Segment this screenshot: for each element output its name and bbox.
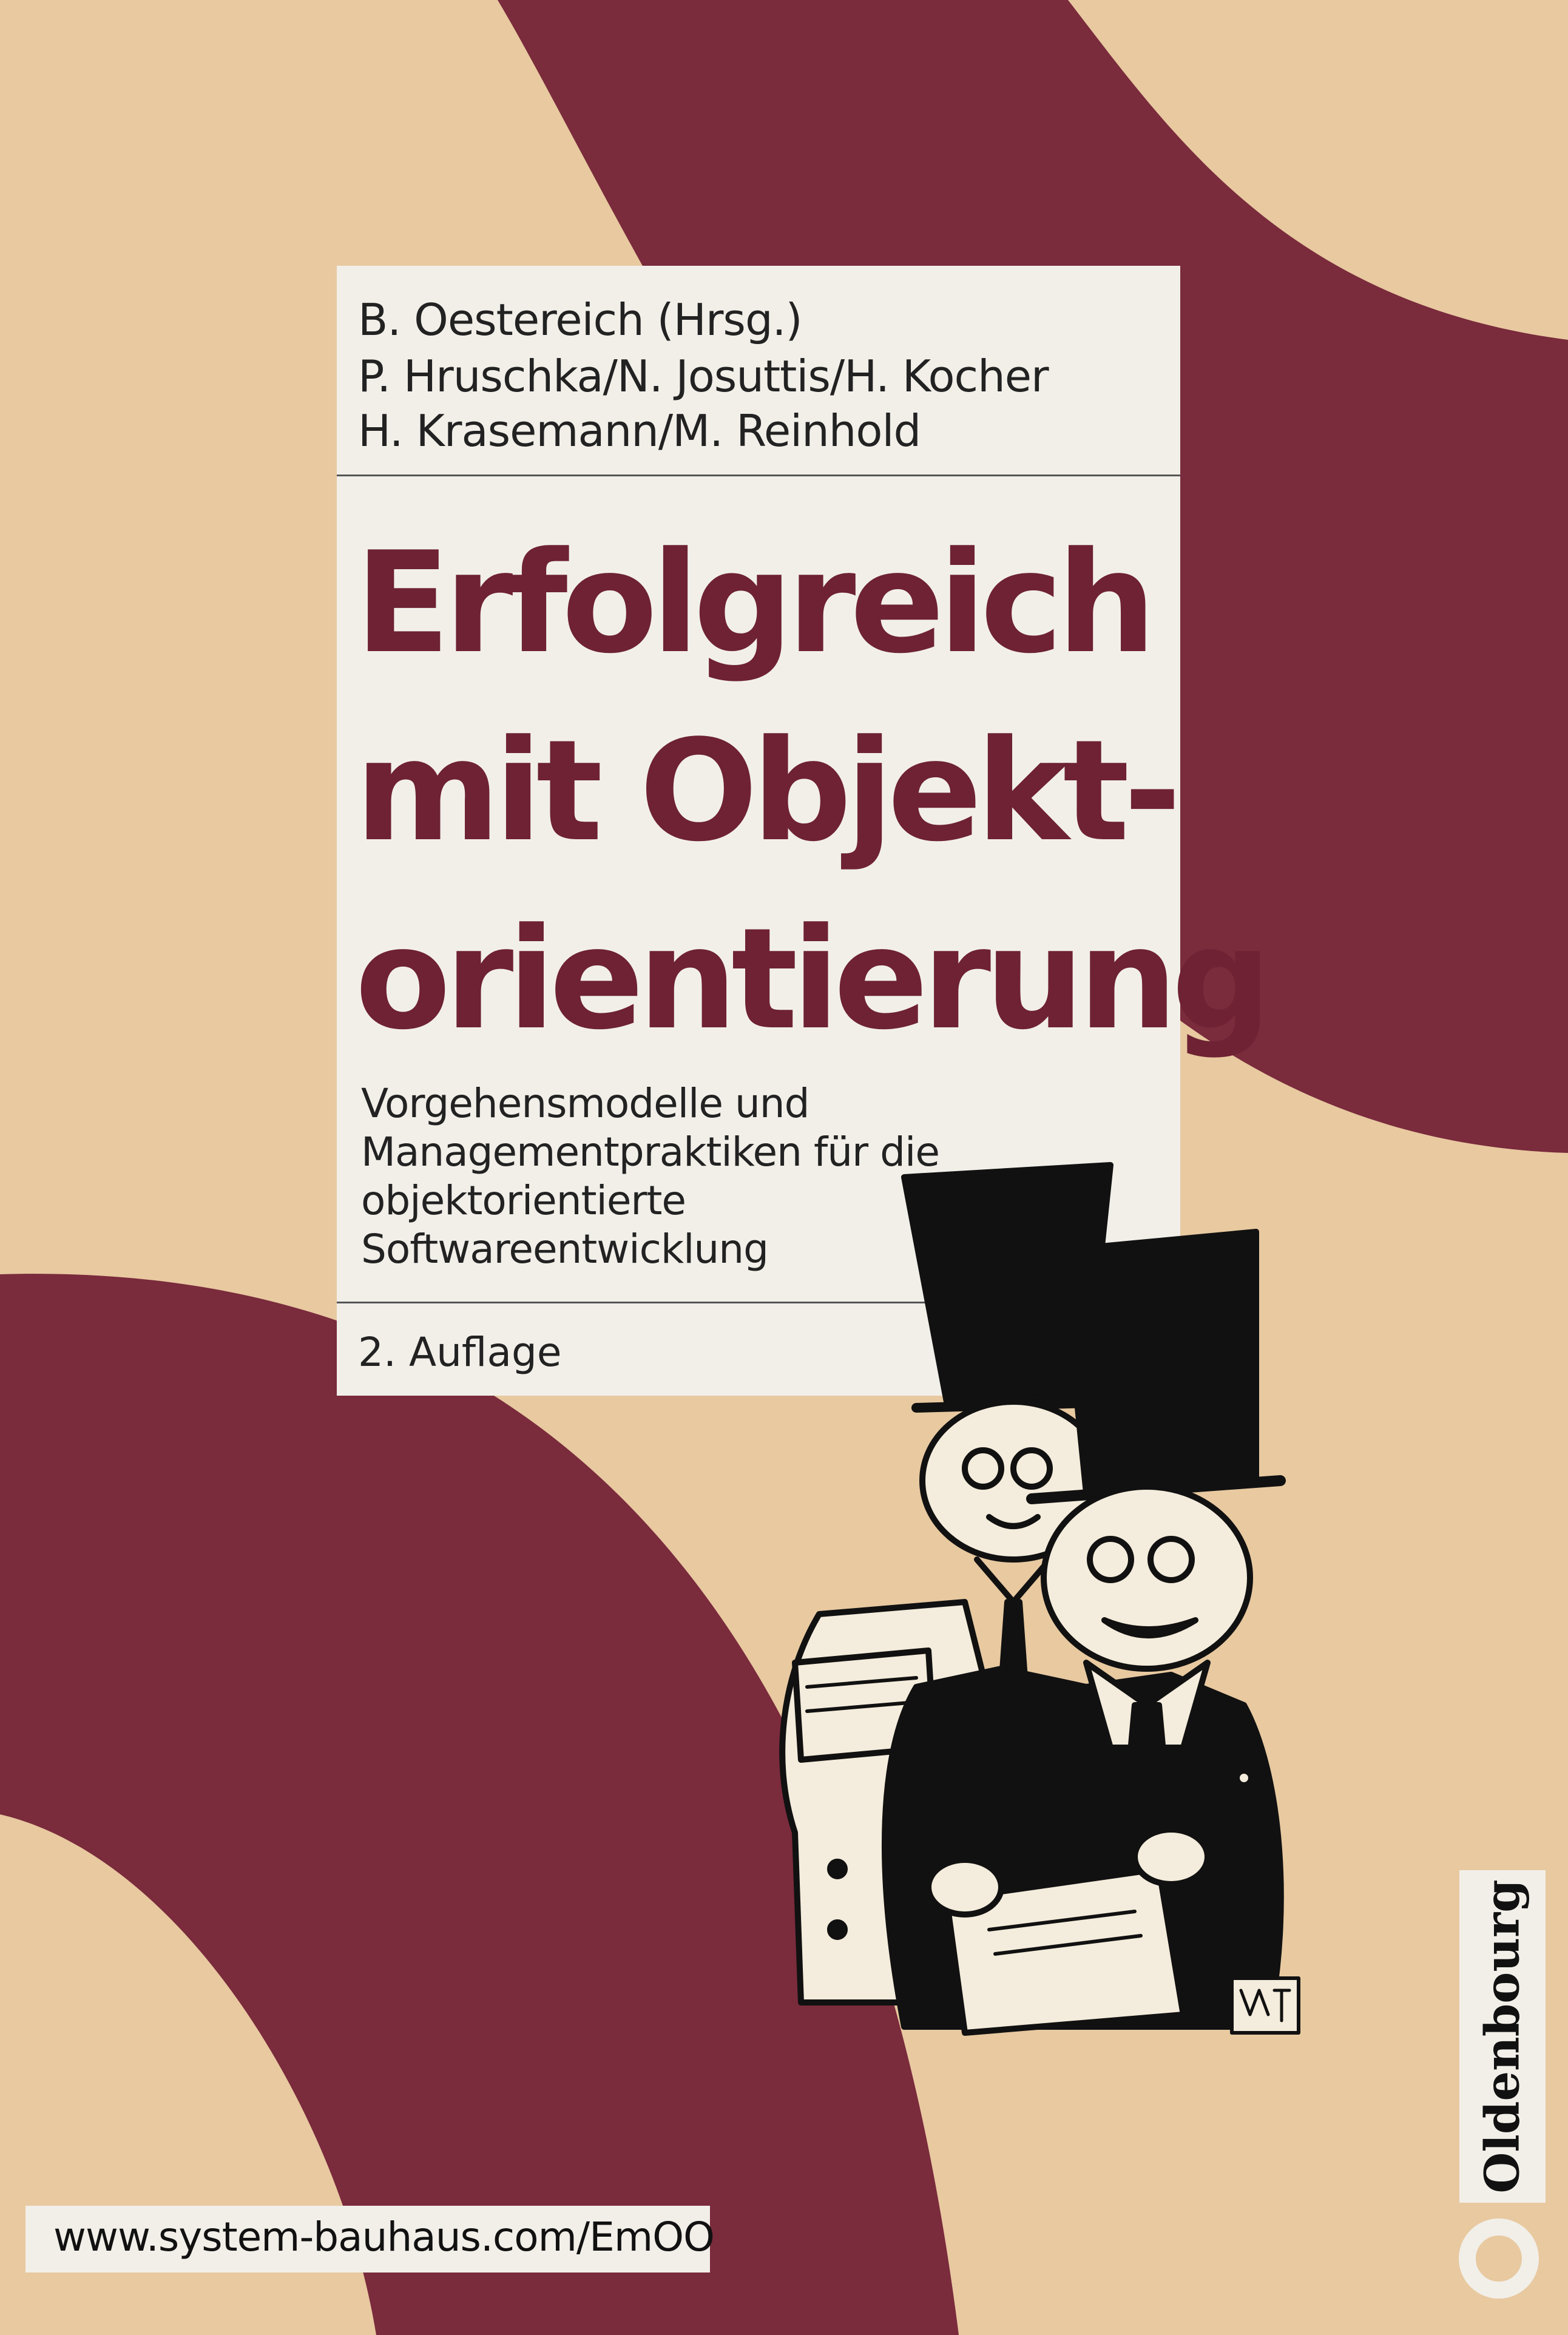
book-cover: B. Oestereich (Hrsg.) P. Hruschka/N. Jos… bbox=[0, 0, 1568, 2335]
title-line-2: mit Objekt- bbox=[355, 711, 1181, 873]
title-line-3: orientierung bbox=[355, 899, 1271, 1061]
subtitle-line-3: objektorientierte bbox=[361, 1177, 686, 1224]
top-divider bbox=[337, 475, 1180, 476]
title-line-1: Erfolgreich bbox=[355, 522, 1156, 684]
edition-label: 2. Auflage bbox=[358, 1329, 562, 1376]
publisher-name: Oldenbourg bbox=[1475, 1879, 1530, 2194]
author-line-1: B. Oestereich (Hrsg.) bbox=[358, 294, 803, 345]
subtitle-line-4: Softwareentwicklung bbox=[361, 1226, 769, 1272]
author-line-2: P. Hruschka/N. Josuttis/H. Kocher bbox=[358, 351, 1049, 402]
subtitle-line-1: Vorgehensmodelle und bbox=[361, 1080, 810, 1127]
website-url: www.system-bauhaus.com/EmOO bbox=[53, 2214, 715, 2260]
oldenbourg-ring-logo-icon bbox=[1459, 2218, 1539, 2299]
author-line-3: H. Krasemann/M. Reinhold bbox=[358, 405, 921, 456]
illustration-top-hat-men bbox=[779, 1162, 1300, 2036]
